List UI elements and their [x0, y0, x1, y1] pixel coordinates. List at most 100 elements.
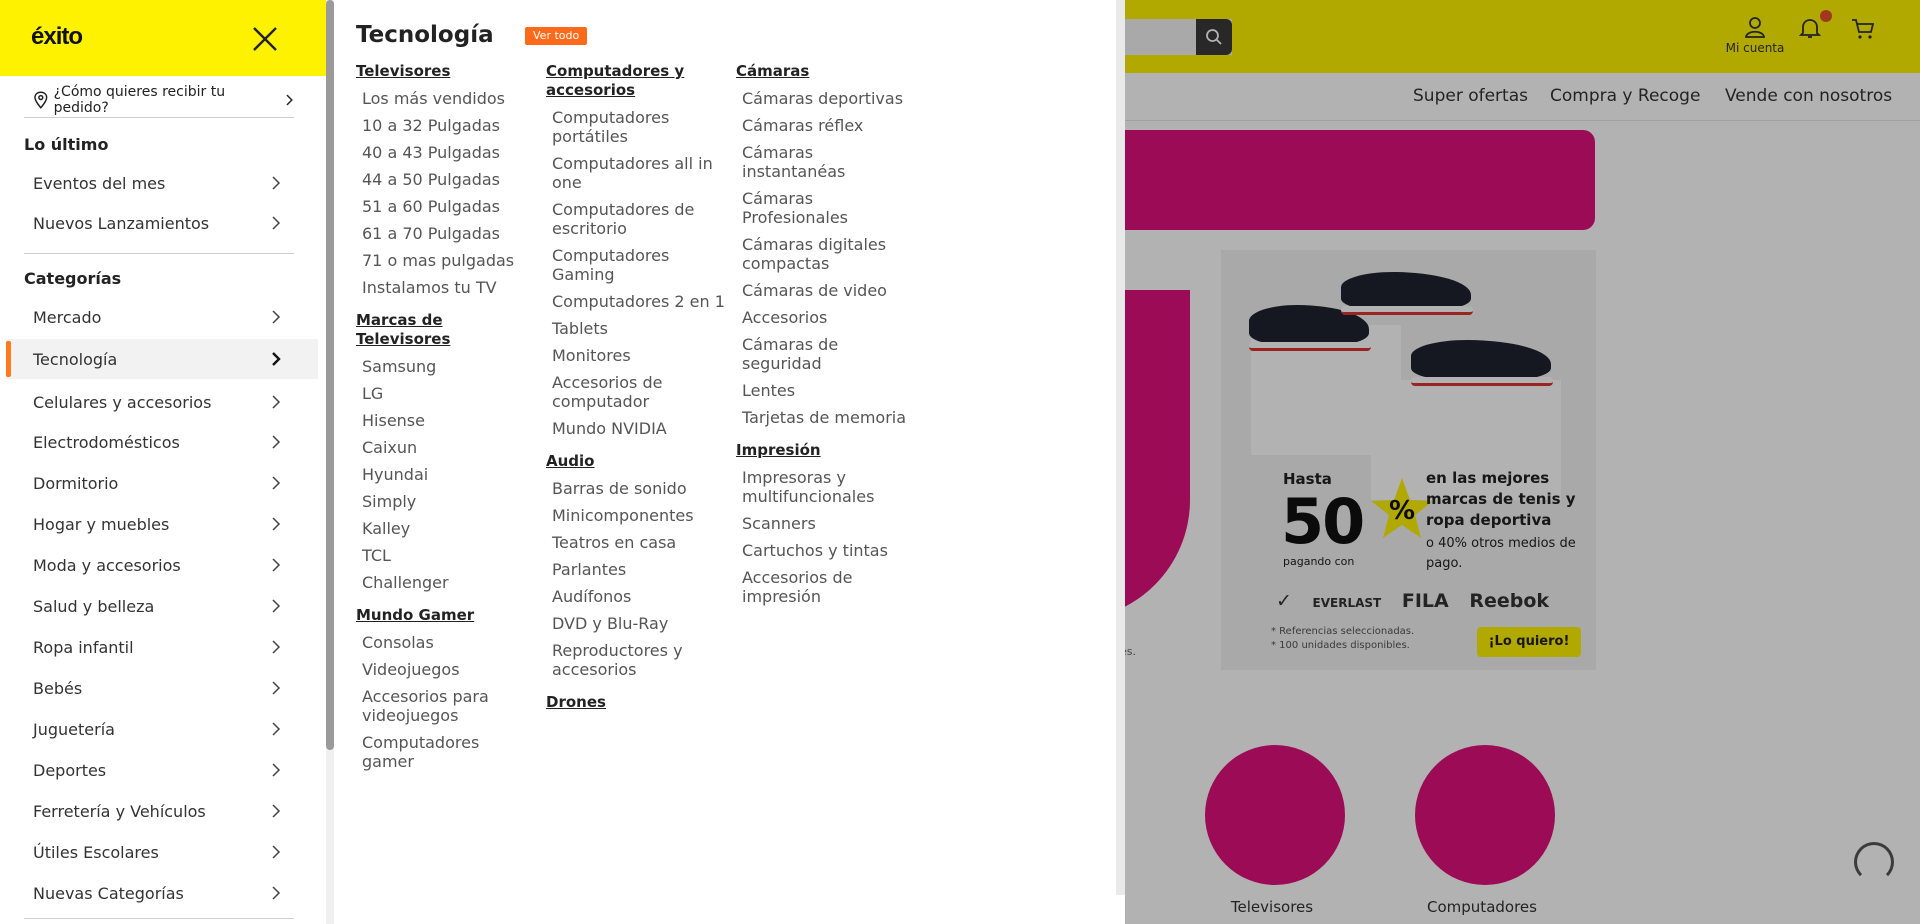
sidebar-item-dormitorio[interactable]: Dormitorio — [6, 463, 318, 503]
mega-link-computadores-2-en-1[interactable]: Computadores 2 en 1 — [546, 292, 726, 311]
mega-link-dvd-y-blu-ray[interactable]: DVD y Blu-Ray — [546, 614, 726, 633]
section-title-categories: Categorías — [24, 269, 122, 288]
exito-logo[interactable]: éxito — [28, 20, 104, 56]
mega-link-instalamos-tu-tv[interactable]: Instalamos tu TV — [356, 278, 536, 297]
sidebar-item-hogar-y-muebles[interactable]: Hogar y muebles — [6, 504, 318, 544]
mega-link-audifonos[interactable]: Audífonos — [546, 587, 726, 606]
sidebar-item-label: Nuevas Categorías — [33, 883, 184, 903]
sidebar-item-mercado[interactable]: Mercado — [6, 297, 318, 337]
mega-link-camaras-deportivas[interactable]: Cámaras deportivas — [736, 89, 916, 108]
mega-link-accesorios-para-videojuegos[interactable]: Accesorios para videojuegos — [356, 687, 536, 725]
sidebar-item-eventos-del-mes[interactable]: Eventos del mes — [6, 163, 318, 203]
mega-link-kalley[interactable]: Kalley — [356, 519, 536, 538]
mega-link-computadores-de-escritorio[interactable]: Computadores de escritorio — [546, 200, 726, 238]
mega-heading-computadores-y-accesorios[interactable]: Computadores y accesorios — [546, 62, 726, 100]
mega-link-tarjetas-de-memoria[interactable]: Tarjetas de memoria — [736, 408, 916, 427]
chevron-right-icon-wrap — [271, 394, 281, 414]
mega-link-mundo-nvidia[interactable]: Mundo NVIDIA — [546, 419, 726, 438]
chevron-right-icon — [272, 395, 281, 409]
sidebar-item-nuevos-lanzamientos[interactable]: Nuevos Lanzamientos — [6, 203, 318, 243]
mega-link-40-a-43-pulgadas[interactable]: 40 a 43 Pulgadas — [356, 143, 536, 162]
mega-link-61-a-70-pulgadas[interactable]: 61 a 70 Pulgadas — [356, 224, 536, 243]
sidebar-item-label: Eventos del mes — [33, 173, 166, 193]
mega-link-caixun[interactable]: Caixun — [356, 438, 536, 457]
mega-link-computadores-gamer[interactable]: Computadores gamer — [356, 733, 536, 771]
mega-heading-camaras[interactable]: Cámaras — [736, 62, 916, 81]
mega-link-hyundai[interactable]: Hyundai — [356, 465, 536, 484]
mega-link-camaras-de-seguridad[interactable]: Cámaras de seguridad — [736, 335, 916, 373]
mega-link-44-a-50-pulgadas[interactable]: 44 a 50 Pulgadas — [356, 170, 536, 189]
chevron-right-icon-wrap — [271, 721, 281, 741]
mega-link-tablets[interactable]: Tablets — [546, 319, 726, 338]
sidebar-item-nuevas-categorias[interactable]: Nuevas Categorías — [6, 873, 318, 913]
sidebar-item-jugueteria[interactable]: Juguetería — [6, 709, 318, 749]
mega-link-camaras-digitales-compactas[interactable]: Cámaras digitales compactas — [736, 235, 916, 273]
sidebar-item-bebes[interactable]: Bebés — [6, 668, 318, 708]
mega-link-71-o-mas-pulgadas[interactable]: 71 o mas pulgadas — [356, 251, 536, 270]
mega-link-camaras-profesionales[interactable]: Cámaras Profesionales — [736, 189, 916, 227]
chevron-right-icon — [272, 804, 281, 818]
mega-link-impresoras-y-multifuncionales[interactable]: Impresoras y multifuncionales — [736, 468, 916, 506]
mega-link-monitores[interactable]: Monitores — [546, 346, 726, 365]
mega-link-challenger[interactable]: Challenger — [356, 573, 536, 592]
mega-link-teatros-en-casa[interactable]: Teatros en casa — [546, 533, 726, 552]
mega-link-lg[interactable]: LG — [356, 384, 536, 403]
mega-link-simply[interactable]: Simply — [356, 492, 536, 511]
mega-heading-mundo-gamer[interactable]: Mundo Gamer — [356, 606, 536, 625]
delivery-method-selector[interactable]: ¿Cómo quieres recibir tu pedido? — [24, 82, 294, 118]
sidebar-item-label: Mercado — [33, 307, 102, 327]
sidebar-item-celulares-y-accesorios[interactable]: Celulares y accesorios — [6, 382, 318, 422]
mega-link-lentes[interactable]: Lentes — [736, 381, 916, 400]
side-menu: éxito ¿Cómo quieres recibir tu pedido? L… — [0, 0, 326, 924]
mega-link-51-a-60-pulgadas[interactable]: 51 a 60 Pulgadas — [356, 197, 536, 216]
mega-link-minicomponentes[interactable]: Minicomponentes — [546, 506, 726, 525]
mega-link-videojuegos[interactable]: Videojuegos — [356, 660, 536, 679]
mega-link-computadores-gaming[interactable]: Computadores Gaming — [546, 246, 726, 284]
sidebar-item-electrodomesticos[interactable]: Electrodomésticos — [6, 422, 318, 462]
mega-link-camaras-de-video[interactable]: Cámaras de video — [736, 281, 916, 300]
mega-link-computadores-all-in-one[interactable]: Computadores all in one — [546, 154, 726, 192]
sidebar-item-ferreteria-y-vehiculos[interactable]: Ferretería y Vehículos — [6, 791, 318, 831]
sidebar-item-utiles-escolares[interactable]: Útiles Escolares — [6, 832, 318, 872]
side-menu-scroll-thumb[interactable] — [326, 0, 334, 750]
chevron-right-icon — [272, 599, 281, 613]
mega-link-scanners[interactable]: Scanners — [736, 514, 916, 533]
sidebar-item-moda-y-accesorios[interactable]: Moda y accesorios — [6, 545, 318, 585]
mega-heading-audio[interactable]: Audio — [546, 452, 726, 471]
mega-link-accesorios-de-computador[interactable]: Accesorios de computador — [546, 373, 726, 411]
chevron-right-icon-wrap — [271, 598, 281, 618]
sidebar-item-ropa-infantil[interactable]: Ropa infantil — [6, 627, 318, 667]
mega-link-hisense[interactable]: Hisense — [356, 411, 536, 430]
mega-link-camaras-instantaneas[interactable]: Cámaras instantanéas — [736, 143, 916, 181]
sidebar-item-label: Nuevos Lanzamientos — [33, 213, 210, 233]
mega-link-tcl[interactable]: TCL — [356, 546, 536, 565]
mega-heading-impresion[interactable]: Impresión — [736, 441, 916, 460]
mega-link-los-mas-vendidos[interactable]: Los más vendidos — [356, 89, 536, 108]
mega-link-10-a-32-pulgadas[interactable]: 10 a 32 Pulgadas — [356, 116, 536, 135]
ver-todo-button[interactable]: Ver todo — [525, 27, 588, 45]
mega-link-reproductores-y-accesorios[interactable]: Reproductores y accesorios — [546, 641, 726, 679]
mega-link-camaras-reflex[interactable]: Cámaras réflex — [736, 116, 916, 135]
mega-link-accesorios-de-impresion[interactable]: Accesorios de impresión — [736, 568, 916, 606]
mega-link-barras-de-sonido[interactable]: Barras de sonido — [546, 479, 726, 498]
mega-heading-marcas-de-televisores[interactable]: Marcas de Televisores — [356, 311, 536, 349]
mega-link-cartuchos-y-tintas[interactable]: Cartuchos y tintas — [736, 541, 916, 560]
close-menu-button[interactable] — [248, 22, 282, 56]
chevron-right-icon-wrap — [271, 175, 281, 195]
mega-link-consolas[interactable]: Consolas — [356, 633, 536, 652]
sidebar-item-deportes[interactable]: Deportes — [6, 750, 318, 790]
mega-link-parlantes[interactable]: Parlantes — [546, 560, 726, 579]
mega-heading-televisores[interactable]: Televisores — [356, 62, 536, 81]
mega-link-computadores-portatiles[interactable]: Computadores portátiles — [546, 108, 726, 146]
sidebar-item-label: Electrodomésticos — [33, 432, 180, 452]
mega-heading-drones[interactable]: Drones — [546, 693, 726, 712]
mega-link-accesorios[interactable]: Accesorios — [736, 308, 916, 327]
chevron-right-icon — [272, 310, 281, 324]
chevron-right-icon-wrap — [271, 680, 281, 700]
mega-panel-scrollbar[interactable] — [1116, 0, 1125, 895]
sidebar-item-salud-y-belleza[interactable]: Salud y belleza — [6, 586, 318, 626]
chevron-right-icon — [286, 94, 294, 105]
mega-link-samsung[interactable]: Samsung — [356, 357, 536, 376]
sidebar-item-tecnologia[interactable]: Tecnología — [6, 339, 318, 379]
mega-panel-title: Tecnología — [356, 22, 494, 48]
